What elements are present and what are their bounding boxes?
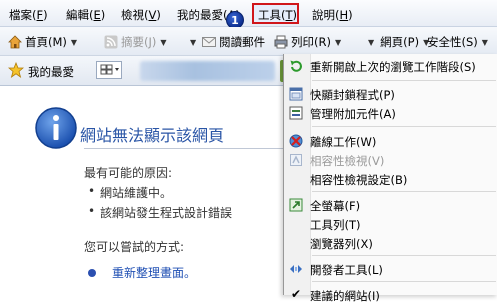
chevron-down-icon[interactable]: ▼: [71, 38, 77, 47]
printer-icon: [274, 35, 288, 49]
menu-item-work-offline[interactable]: 離線工作(W): [284, 131, 497, 151]
menu-item-compatibility-settings[interactable]: 相容性檢視設定(B): [284, 169, 497, 189]
menu-item-fullscreen[interactable]: 全螢幕(F): [284, 195, 497, 215]
menu-item-explorer-bars[interactable]: 瀏覽器列(X): [284, 233, 497, 253]
menu-separator: [312, 281, 496, 282]
reopen-session-icon: [290, 60, 302, 72]
menu-file[interactable]: 檔案(F): [9, 7, 48, 23]
menu-edit[interactable]: 編輯(E): [66, 7, 105, 23]
chevron-down-icon[interactable]: ▼: [190, 38, 196, 47]
safety-button[interactable]: 安全性(S) ▼: [427, 34, 488, 50]
menu-item-popup-blocker[interactable]: 快顯封鎖程式(P): [284, 84, 497, 104]
menu-help[interactable]: 說明(H): [312, 7, 353, 23]
info-icon: [35, 107, 77, 149]
menu-item-toolbars[interactable]: 工具列(T): [284, 214, 497, 234]
menu-item-developer-tools[interactable]: 開發者工具(L): [284, 259, 497, 279]
divider: [84, 148, 300, 149]
chevron-down-icon[interactable]: ▼: [368, 38, 374, 47]
menu-view[interactable]: 檢視(V): [121, 7, 161, 23]
compatibility-view-icon: [290, 154, 302, 166]
menu-item-suggested-sites[interactable]: ✔ 建議的網站(I): [284, 285, 497, 305]
favorites-star-icon[interactable]: [8, 62, 24, 78]
menu-separator: [312, 191, 496, 192]
print-button[interactable]: 列印(R) ▼: [274, 34, 341, 50]
tools-dropdown-menu: 重新開啟上次的瀏覽工作階段(S) 快顯封鎖程式(P) 管理附加元件(A) 離線工…: [283, 54, 497, 303]
menu-item-reopen-session[interactable]: 重新開啟上次的瀏覽工作階段(S): [284, 56, 497, 76]
menu-item-manage-addons[interactable]: 管理附加元件(A): [284, 103, 497, 123]
page-button[interactable]: ▼ 網頁(P) ▼: [368, 34, 429, 50]
quick-tabs-icon: [100, 64, 119, 75]
page-title: 網站無法顯示該網頁: [80, 126, 225, 145]
chevron-down-icon[interactable]: ▼: [160, 38, 166, 47]
read-mail-button[interactable]: ▼ 閱讀郵件: [190, 34, 265, 50]
error-page: 網站無法顯示該網頁 最有可能的原因: 網站維護中。 該網站發生程式設計錯誤 您可…: [0, 86, 300, 295]
home-icon: [8, 35, 22, 49]
feeds-button[interactable]: 摘要(J) ▼: [104, 34, 167, 50]
menu-separator: [312, 126, 496, 127]
browser-tab-blurred[interactable]: [140, 61, 275, 81]
home-button[interactable]: 首頁(M) ▼: [8, 34, 77, 50]
menu-item-compatibility-view: 相容性檢視(V): [284, 150, 497, 170]
refresh-link[interactable]: 重新整理畫面。: [112, 264, 196, 281]
bullet-icon: [88, 269, 96, 277]
menu-separator: [312, 80, 496, 81]
favorites-label[interactable]: 我的最愛: [28, 64, 74, 80]
quick-tabs-button[interactable]: [96, 61, 122, 79]
fullscreen-icon: [289, 198, 303, 212]
developer-tools-icon: [290, 265, 302, 273]
menu-separator: [312, 255, 496, 256]
cause-item: 該網站發生程式設計錯誤: [88, 204, 232, 221]
addons-icon: [289, 106, 303, 120]
offline-icon: [289, 134, 303, 148]
menu-bar: 檔案(F) 編輯(E) 檢視(V) 我的最愛(A) 工具(T) 說明(H) 1: [0, 0, 497, 29]
menu-tools[interactable]: 工具(T): [258, 7, 297, 23]
chevron-down-icon[interactable]: ▼: [335, 38, 341, 47]
cause-item: 網站維護中。: [88, 184, 172, 201]
try-heading: 您可以嘗試的方式:: [84, 240, 185, 254]
causes-heading: 最有可能的原因:: [84, 166, 173, 180]
mail-icon: [202, 37, 217, 47]
checkmark-icon: ✔: [291, 287, 302, 301]
command-toolbar: 首頁(M) ▼ 摘要(J) ▼ ▼ 閱讀郵件 列印(R) ▼ ▼ 網頁(P) ▼ 安全性…: [0, 27, 497, 56]
chevron-down-icon[interactable]: ▼: [482, 38, 488, 47]
popup-blocker-icon: [289, 87, 303, 101]
rss-feed-icon: [104, 35, 118, 49]
